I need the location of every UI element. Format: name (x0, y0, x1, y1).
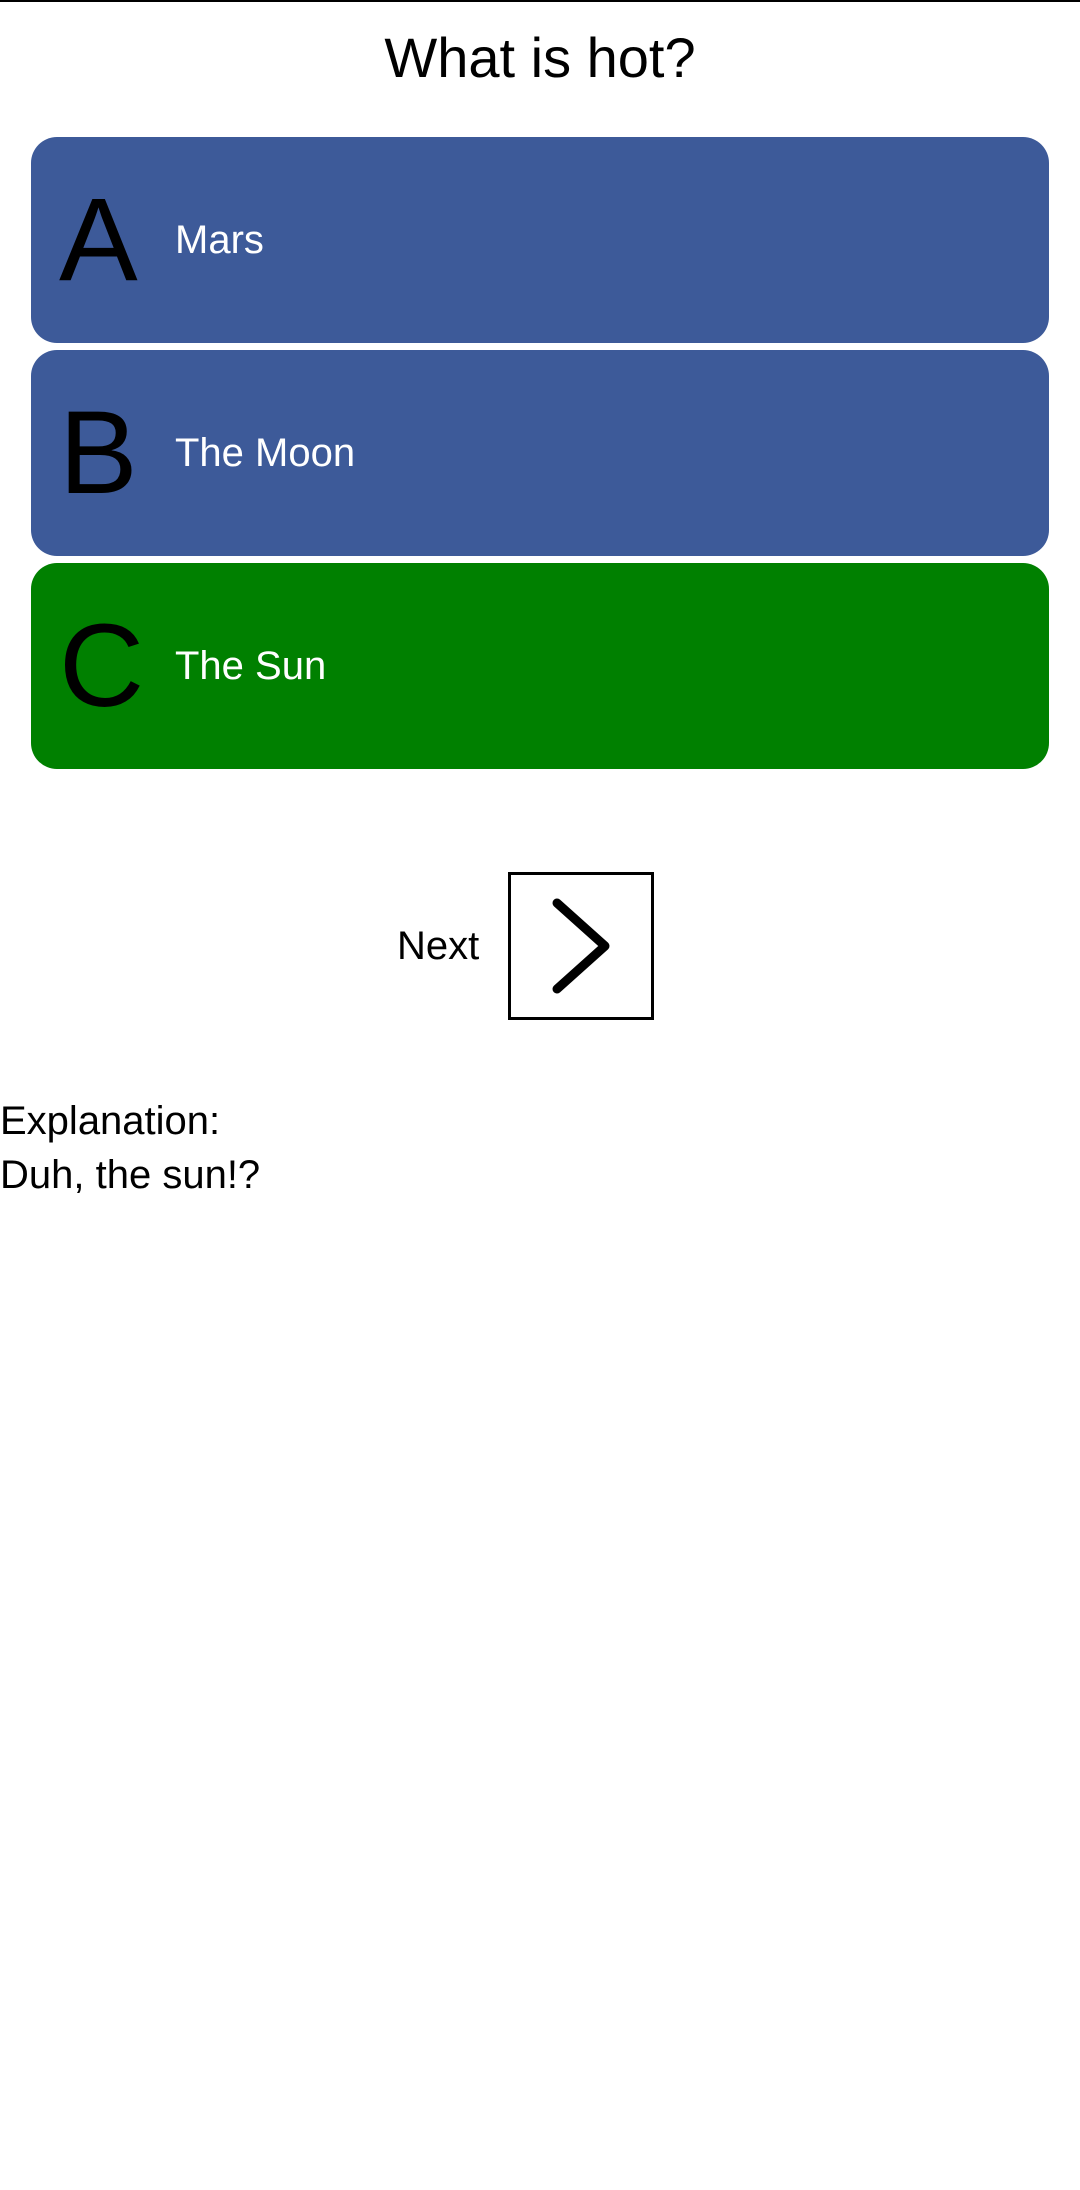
answer-option-c[interactable]: C The Sun (31, 563, 1049, 769)
explanation-block: Explanation: Duh, the sun!? (0, 1094, 1080, 1202)
top-divider (0, 0, 1080, 2)
answer-text: The Sun (175, 644, 327, 688)
answer-option-b[interactable]: B The Moon (31, 350, 1049, 556)
answer-text: Mars (175, 218, 264, 262)
chevron-right-icon (552, 898, 610, 994)
answer-list: A Mars B The Moon C The Sun (31, 137, 1049, 776)
answer-letter: C (59, 600, 145, 732)
explanation-heading: Explanation: (0, 1099, 221, 1143)
next-label[interactable]: Next (397, 922, 479, 970)
next-button[interactable] (508, 872, 654, 1020)
answer-text: The Moon (175, 431, 356, 475)
answer-option-a[interactable]: A Mars (31, 137, 1049, 343)
explanation-text: Duh, the sun!? (0, 1153, 261, 1197)
answer-letter: A (59, 174, 138, 306)
next-row: Next (0, 872, 1080, 1020)
answer-letter: B (59, 387, 138, 519)
question-title: What is hot? (384, 26, 696, 89)
